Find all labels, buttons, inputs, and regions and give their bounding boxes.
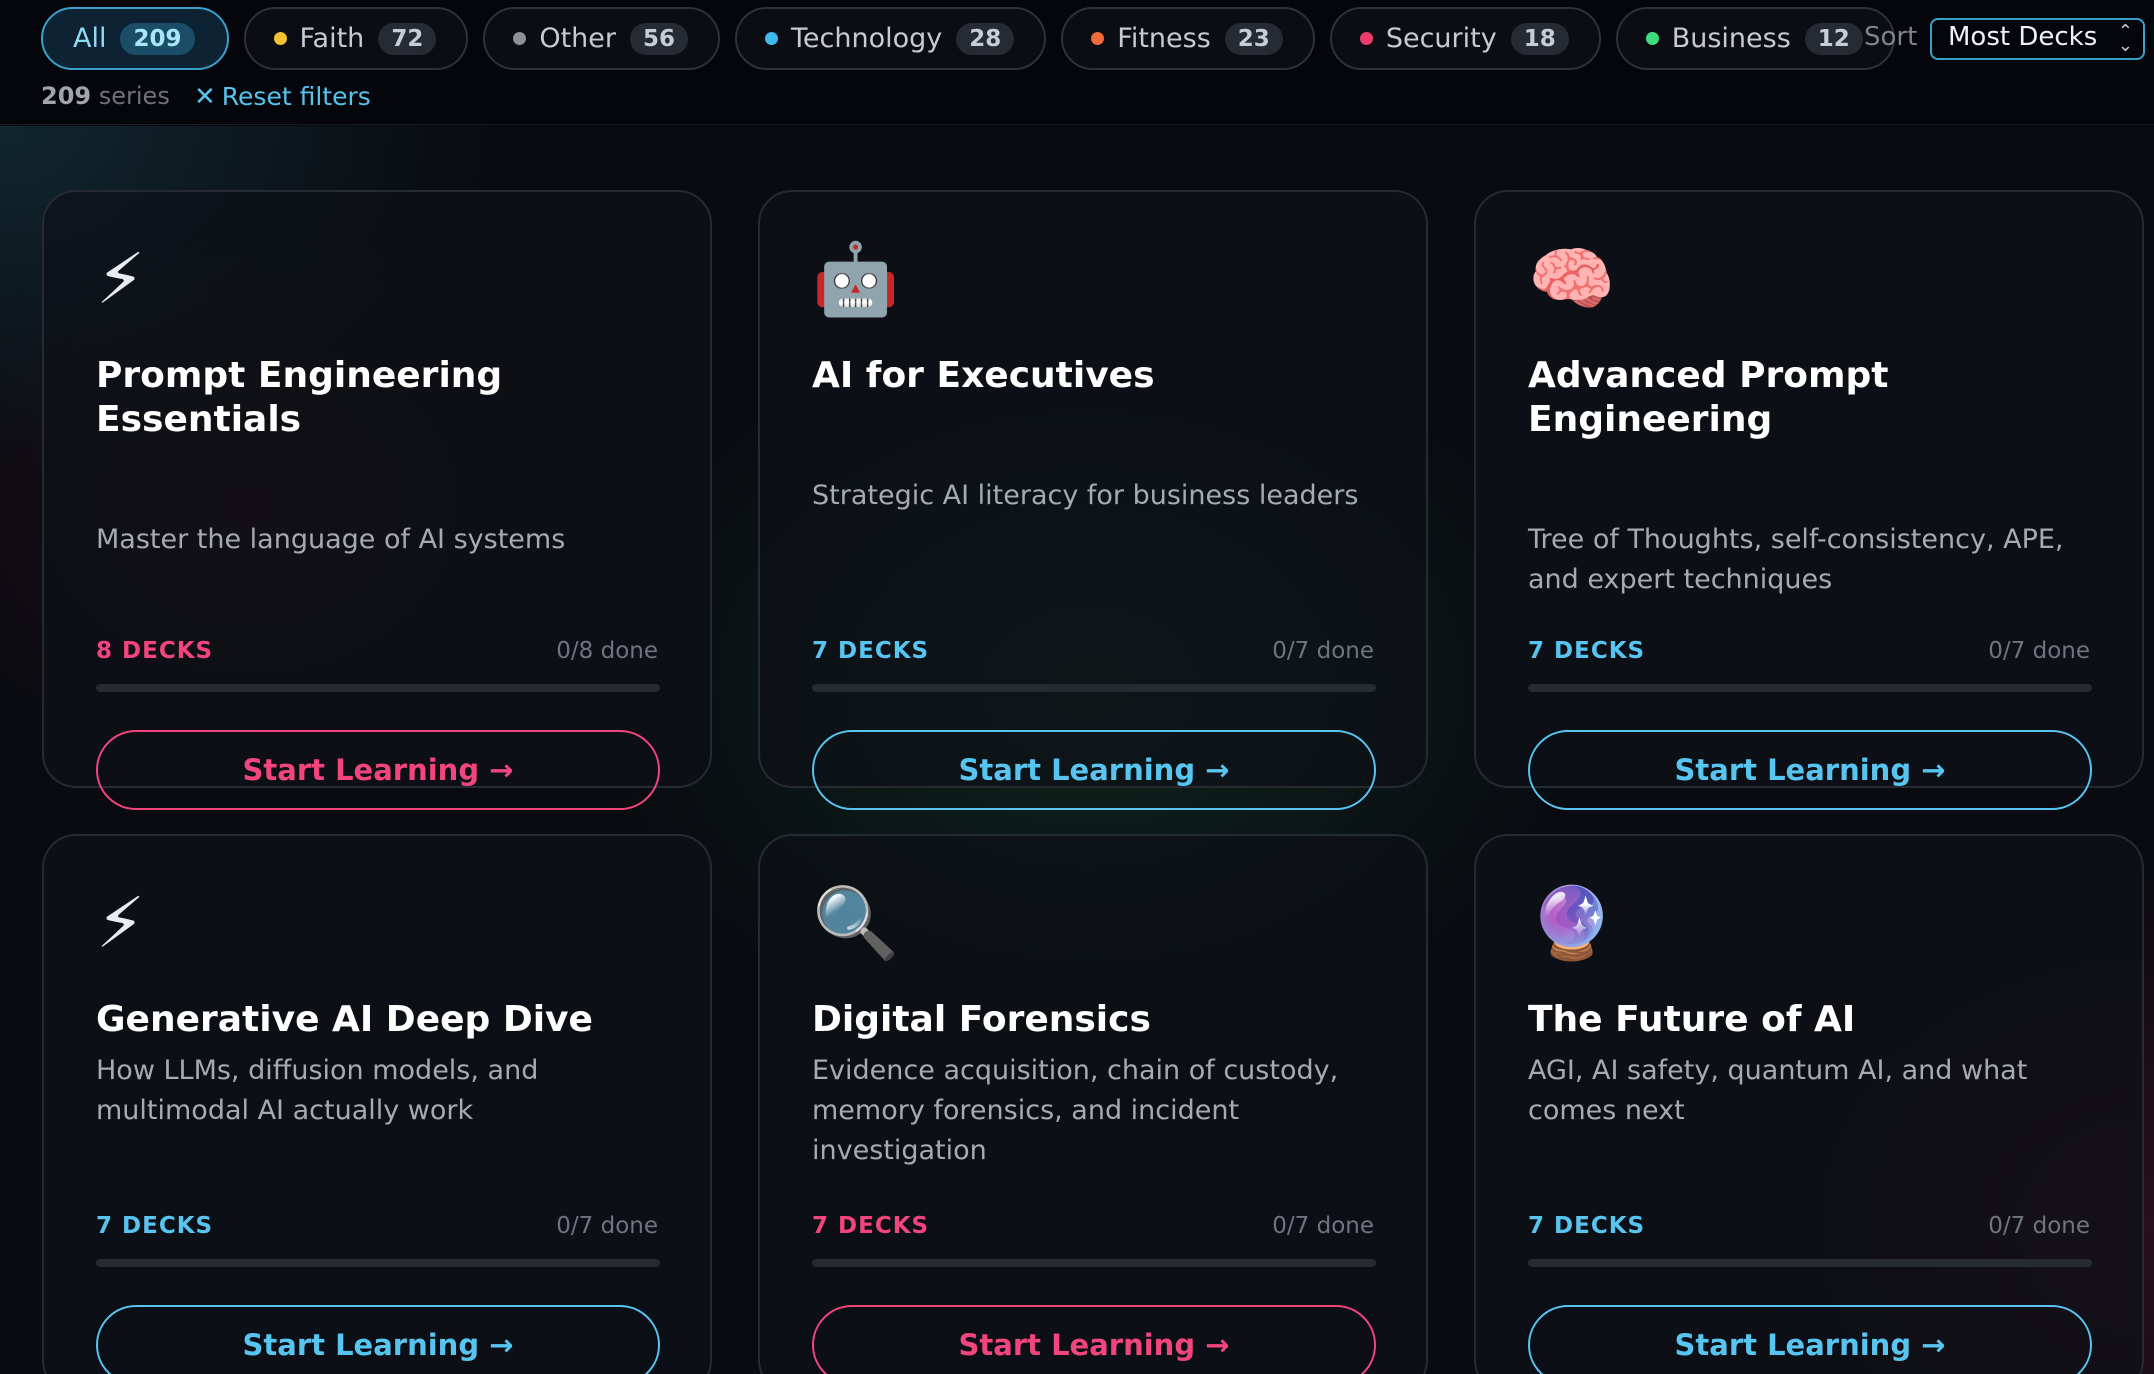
filter-label: Other [539, 23, 616, 54]
filter-count: 18 [1510, 22, 1569, 55]
done-count: 0/7 done [556, 1213, 658, 1239]
dot-icon [1359, 32, 1373, 45]
card-description: Evidence acquisition, chain of custody, … [812, 1055, 1339, 1166]
sort-select[interactable]: Most Decks ⌃ ⌄ [1930, 18, 2145, 60]
dot-icon [273, 32, 287, 45]
start-learning-button[interactable]: Start Learning → [812, 1305, 1376, 1374]
deck-count: 7 DECKS [96, 1213, 214, 1239]
done-count: 0/8 done [556, 638, 658, 664]
filter-label: All [73, 23, 107, 54]
card-description: Tree of Thoughts, self-consistency, APE,… [1528, 524, 2064, 595]
lightning-icon: ⚡ [96, 882, 146, 964]
card-description: Master the language of AI systems [96, 524, 566, 555]
card-description: How LLMs, diffusion models, and multimod… [96, 1055, 539, 1126]
series-grid: ⚡ Prompt Engineering Essentials Master t… [0, 126, 2154, 1374]
card-title: Generative AI Deep Dive [96, 999, 593, 1040]
lightning-icon: ⚡ [96, 238, 146, 320]
card-title: Advanced Prompt Engineering [1528, 355, 1889, 440]
series-card: 🔍 Digital Forensics Evidence acquisition… [758, 834, 1428, 1374]
dot-icon [1645, 32, 1659, 45]
start-learning-button[interactable]: Start Learning → [1528, 730, 2092, 810]
card-title: The Future of AI [1528, 999, 1856, 1040]
sort-label: Sort [1864, 22, 1918, 52]
reset-filters-label: Reset filters [221, 82, 371, 111]
dot-icon [513, 32, 527, 45]
progress-bar [96, 684, 660, 692]
card-title: AI for Executives [812, 355, 1155, 396]
reset-filters-link[interactable]: ✕ Reset filters [194, 82, 371, 112]
series-card: ⚡ Prompt Engineering Essentials Master t… [42, 190, 712, 810]
start-learning-button[interactable]: Start Learning → [96, 1305, 660, 1374]
filter-count: 56 [630, 22, 689, 55]
robot-icon: 🤖 [812, 238, 900, 320]
category-filters: All 209 Faith 72 Other 56 Technology 28 … [41, 7, 1895, 70]
chevron-updown-icon: ⌃ ⌄ [2117, 21, 2133, 56]
progress-bar [96, 1259, 660, 1267]
done-count: 0/7 done [1988, 1213, 2090, 1239]
sort-value: Most Decks [1948, 22, 2098, 52]
filter-count: 209 [120, 22, 195, 55]
filter-chip-faith[interactable]: Faith 72 [243, 7, 469, 70]
done-count: 0/7 done [1988, 638, 2090, 664]
filter-chip-security[interactable]: Security 18 [1329, 7, 1601, 70]
filter-count: 23 [1224, 22, 1283, 55]
crystal-ball-icon: 🔮 [1528, 882, 1616, 964]
filter-label: Security [1385, 23, 1497, 54]
progress-bar [812, 684, 1376, 692]
done-count: 0/7 done [1272, 1213, 1374, 1239]
dot-icon [765, 32, 779, 45]
card-title: Prompt Engineering Essentials [96, 355, 503, 440]
card-description: AGI, AI safety, quantum AI, and what com… [1528, 1055, 2028, 1126]
brain-icon: 🧠 [1528, 238, 1616, 320]
card-title: Digital Forensics [812, 999, 1151, 1040]
series-count-number: 209 [41, 82, 92, 110]
series-card: ⚡ Generative AI Deep Dive How LLMs, diff… [42, 834, 712, 1374]
filter-chip-business[interactable]: Business 12 [1615, 7, 1895, 70]
filter-count: 72 [378, 22, 437, 55]
filter-chip-other[interactable]: Other 56 [483, 7, 721, 70]
filter-count: 28 [956, 22, 1015, 55]
start-learning-button[interactable]: Start Learning → [1528, 1305, 2092, 1374]
series-count: 209 series [41, 82, 170, 110]
series-card: 🧠 Advanced Prompt Engineering Tree of Th… [1474, 190, 2144, 810]
filter-label: Technology [791, 23, 943, 54]
card-description: Strategic AI literacy for business leade… [812, 480, 1359, 511]
progress-bar [1528, 684, 2092, 692]
dot-icon [1091, 32, 1105, 45]
filter-chip-fitness[interactable]: Fitness 23 [1061, 7, 1315, 70]
filter-bar: All 209 Faith 72 Other 56 Technology 28 … [0, 0, 2154, 125]
filter-chip-technology[interactable]: Technology 28 [735, 7, 1047, 70]
series-card: 🔮 The Future of AI AGI, AI safety, quant… [1474, 834, 2144, 1374]
deck-count: 8 DECKS [96, 638, 214, 664]
deck-count: 7 DECKS [1528, 1213, 1646, 1239]
filter-label: Business [1671, 23, 1791, 54]
series-count-unit: series [98, 82, 170, 110]
start-learning-button[interactable]: Start Learning → [812, 730, 1376, 810]
deck-count: 7 DECKS [1528, 638, 1646, 664]
start-learning-button[interactable]: Start Learning → [96, 730, 660, 810]
series-card: 🤖 AI for Executives Strategic AI literac… [758, 190, 1428, 810]
filter-chip-all[interactable]: All 209 [41, 7, 229, 70]
filter-label: Faith [299, 23, 365, 54]
deck-count: 7 DECKS [812, 638, 930, 664]
progress-bar [1528, 1259, 2092, 1267]
filter-count: 12 [1804, 22, 1863, 55]
deck-count: 7 DECKS [812, 1213, 930, 1239]
magnifier-icon: 🔍 [812, 882, 900, 964]
done-count: 0/7 done [1272, 638, 1374, 664]
progress-bar [812, 1259, 1376, 1267]
close-icon: ✕ [194, 82, 216, 112]
filter-label: Fitness [1117, 23, 1211, 54]
